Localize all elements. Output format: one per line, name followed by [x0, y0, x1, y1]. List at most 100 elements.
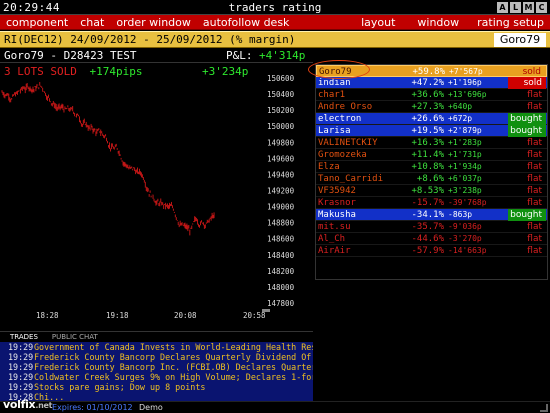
- rating-row[interactable]: Gromozeka +11.4% +1'731p flat: [316, 149, 547, 161]
- news-headline: Stocks pare gains; Dow up 8 points: [34, 382, 206, 392]
- price-tick-label: 148800: [267, 219, 295, 228]
- trader-percent: -15.7%: [411, 198, 444, 208]
- trader-percent: -44.6%: [411, 234, 444, 244]
- price-tick-label: 150000: [267, 122, 295, 131]
- rating-row[interactable]: Krasnor -15.7% -39'768p flat: [316, 197, 547, 209]
- trader-name: electron: [318, 114, 362, 124]
- trader-name: Andre Orso: [318, 102, 373, 112]
- trader-status: flat: [527, 222, 542, 232]
- trader-pips: -3'270p: [448, 234, 482, 243]
- window-button-c[interactable]: C: [536, 2, 547, 13]
- rating-row[interactable]: Al_Ch -44.6% -3'270p flat: [316, 233, 547, 245]
- news-time: 19:29: [8, 382, 34, 392]
- news-item[interactable]: 19:29 Frederick County Bancorp Declares Q…: [0, 352, 313, 362]
- news-item[interactable]: 19:29 Frederick County Bancorp Inc. (FCBI…: [0, 362, 313, 372]
- trader-percent: +27.3%: [411, 102, 444, 112]
- trader-name: Krasnor: [318, 198, 356, 208]
- news-item[interactable]: 19:29 Government of Canada Invests in Wor…: [0, 342, 313, 352]
- trader-percent: +8.6%: [416, 174, 444, 184]
- tab-trades[interactable]: TRADES: [10, 332, 38, 342]
- news-time: 19:29: [8, 352, 34, 362]
- trader-pips: +672p: [448, 114, 473, 123]
- price-chart[interactable]: 150600 150400 150200 150000 149800 149600 1494…: [0, 63, 313, 327]
- time-tick-label: 18:28: [36, 311, 59, 320]
- trader-name: Makusha: [318, 210, 356, 220]
- resize-grip-icon[interactable]: [540, 404, 548, 412]
- rating-row[interactable]: Makusha -34.1% -863p bought: [316, 209, 547, 221]
- trader-status: bought: [508, 209, 546, 221]
- rating-row[interactable]: electron +26.6% +672p bought: [316, 113, 547, 125]
- time-tick-label: 19:18: [106, 311, 129, 320]
- lots-sold: 3 LOTS SOLD: [4, 65, 77, 78]
- window-button-l[interactable]: L: [510, 2, 521, 13]
- news-headline: Coldwater Creek Surges 9% on High Volume…: [34, 372, 313, 382]
- position-summary: 3 LOTS SOLD +174pips +3'234p: [4, 65, 248, 78]
- trader-name: AirAir: [318, 246, 351, 256]
- position-profit: +3'234p: [202, 65, 249, 78]
- trader-status: sold: [508, 77, 546, 89]
- rating-row[interactable]: AirAir -57.9% -14'663p flat: [316, 245, 547, 257]
- menu-chat[interactable]: chat: [74, 15, 110, 30]
- news-item[interactable]: 19:29 Coldwater Creek Surges 9% on High V…: [0, 372, 313, 382]
- trader-status: flat: [527, 186, 542, 196]
- price-tick-label: 149600: [267, 154, 295, 163]
- rating-row[interactable]: char1 +36.6% +13'696p flat: [316, 89, 547, 101]
- trader-name: char1: [318, 90, 346, 100]
- rating-row[interactable]: Elza +10.8% +1'934p flat: [316, 161, 547, 173]
- trader-pips: -9'036p: [448, 222, 482, 231]
- menu-component[interactable]: component: [0, 15, 74, 30]
- rating-row[interactable]: mit.su -35.7% -9'036p flat: [316, 221, 547, 233]
- price-tick-label: 148200: [267, 267, 295, 276]
- position-header: Goro79 - D28423 TEST P&L: +4'314p: [0, 48, 313, 63]
- trader-status: bought: [508, 113, 546, 125]
- position-pips: +174pips: [89, 65, 143, 78]
- logo-tld: .net: [35, 401, 53, 410]
- instrument-period[interactable]: RI(DEC12) 24/09/2012 - 25/09/2012 (% mar…: [4, 33, 295, 46]
- trader-status: flat: [527, 138, 542, 148]
- rating-row[interactable]: Andre Orso +27.3% +640p flat: [316, 101, 547, 113]
- news-time: 19:29: [8, 372, 34, 382]
- trader-pips: -863p: [448, 210, 473, 219]
- logo-text: volfix: [3, 398, 36, 411]
- menu-order-window[interactable]: order window: [110, 15, 197, 30]
- news-headline: Government of Canada Invests in World-Le…: [34, 342, 313, 352]
- window-button-a[interactable]: A: [497, 2, 508, 13]
- window-title: traders rating: [228, 1, 322, 14]
- menu-autofollow-desk[interactable]: autofollow desk: [197, 15, 296, 30]
- trader-status: flat: [527, 174, 542, 184]
- chart-canvas[interactable]: 150600 150400 150200 150000 149800 149600 1494…: [0, 63, 313, 327]
- rating-row[interactable]: Larisa +19.5% +2'879p bought: [316, 125, 547, 137]
- trader-pips: +1'283p: [448, 138, 482, 147]
- news-tabs: TRADES PUBLIC CHAT: [0, 332, 313, 342]
- menu-rating-setup[interactable]: rating setup: [471, 15, 550, 30]
- trader-name: Elza: [318, 162, 340, 172]
- user-selector[interactable]: Goro79: [494, 33, 546, 47]
- rating-row[interactable]: VF35942 +8.53% +3'238p flat: [316, 185, 547, 197]
- trader-pips: +640p: [448, 102, 473, 111]
- news-feed[interactable]: 19:29 Government of Canada Invests in Wor…: [0, 342, 313, 402]
- rating-row[interactable]: indian +47.2% +1'196p sold: [316, 77, 547, 89]
- price-tick-label: 149400: [267, 170, 295, 179]
- trader-status: flat: [527, 90, 542, 100]
- price-tick-label: 148400: [267, 251, 295, 260]
- menu-window[interactable]: window: [411, 15, 471, 30]
- menu-layout[interactable]: layout: [355, 15, 411, 30]
- trader-pips: +6'037p: [448, 174, 482, 183]
- trader-percent: +36.6%: [411, 90, 444, 100]
- rating-row[interactable]: VALINETCKIY +16.3% +1'283p flat: [316, 137, 547, 149]
- rating-row[interactable]: Tano_Carridi +8.6% +6'037p flat: [316, 173, 547, 185]
- menu-bar: component chat order window autofollow d…: [0, 15, 550, 30]
- trader-pips: -14'663p: [448, 246, 487, 255]
- window-buttons: A L M C: [497, 2, 547, 13]
- price-tick-label: 149800: [267, 138, 295, 147]
- price-tick-label: 149000: [267, 203, 295, 212]
- trader-pips: +1'934p: [448, 162, 482, 171]
- news-item[interactable]: 19:29 Stocks pare gains; Dow up 8 points: [0, 382, 313, 392]
- tab-public-chat[interactable]: PUBLIC CHAT: [52, 332, 98, 342]
- price-tick-label: 147800: [267, 299, 295, 308]
- window-button-m[interactable]: M: [523, 2, 534, 13]
- price-tick-label: 150600: [267, 74, 295, 83]
- trader-status: bought: [508, 125, 546, 137]
- news-panel: TRADES PUBLIC CHAT 19:29 Government of Ca…: [0, 331, 313, 402]
- trader-name: Tano_Carridi: [318, 174, 384, 184]
